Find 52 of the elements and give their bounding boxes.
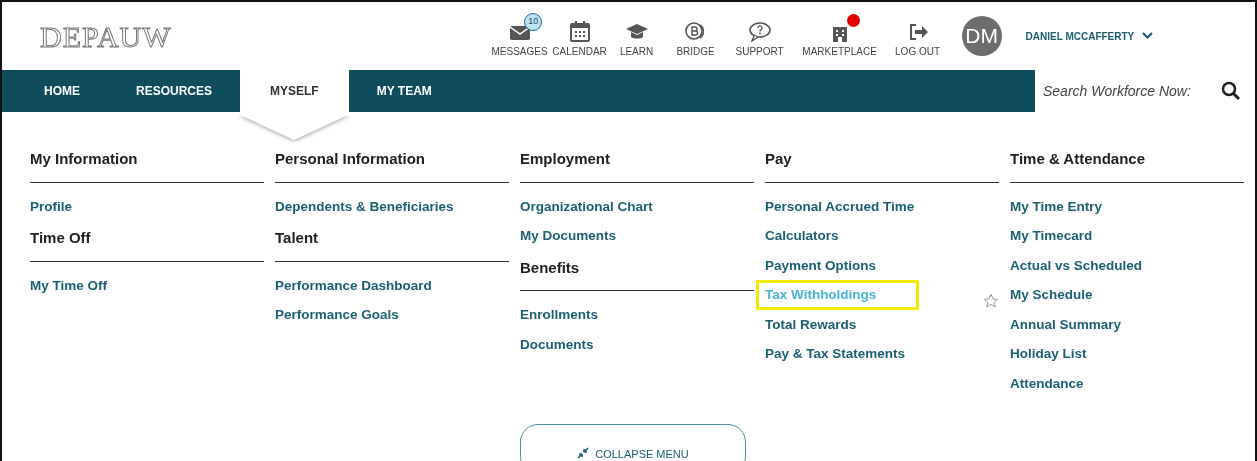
star-icon[interactable]	[983, 292, 999, 309]
menu-link[interactable]: Profile	[28, 197, 74, 216]
support-button[interactable]: SUPPORT	[727, 13, 792, 59]
menu-link[interactable]: Performance Dashboard	[273, 276, 434, 295]
menu-link[interactable]: Actual vs Scheduled	[1008, 256, 1145, 275]
search-bar[interactable]: Search Workforce Now:	[1035, 70, 1255, 112]
section-heading: Time Off	[30, 227, 264, 262]
chevron-down-icon	[1142, 32, 1154, 40]
logout-button[interactable]: LOG OUT	[887, 13, 948, 59]
section-heading: Time & Attendance	[1010, 148, 1244, 183]
nav-tab[interactable]: RESOURCES	[108, 70, 240, 112]
menu-link[interactable]: My Timecard	[1008, 227, 1095, 245]
menu-link[interactable]: Total Rewards	[763, 315, 859, 334]
logo: DEPAUW	[40, 18, 172, 55]
search-icon[interactable]	[1221, 81, 1241, 101]
menu-link[interactable]: Pay & Tax Statements	[763, 345, 908, 363]
menu-link[interactable]: Holiday List	[1008, 345, 1089, 363]
menu-link[interactable]: My Time Entry	[1008, 197, 1105, 216]
menu-link[interactable]: My Documents	[518, 227, 619, 245]
nav-tab[interactable]: MYSELF	[240, 70, 349, 112]
collapse-icon	[577, 447, 590, 460]
menu-link[interactable]: My Time Off	[28, 276, 109, 295]
menu-link[interactable]: Payment Options	[763, 256, 879, 275]
menu-link[interactable]: Dependents & Beneficiaries	[273, 197, 456, 216]
nav-tab[interactable]: MY TEAM	[348, 70, 460, 112]
avatar[interactable]: DM	[961, 16, 1002, 56]
marketplace-button[interactable]: MARKETPLACE	[791, 13, 888, 59]
learn-button[interactable]: LEARN	[609, 13, 664, 59]
bridge-button[interactable]: BRIDGE	[663, 13, 728, 59]
collapse-menu-button[interactable]: COLLAPSE MENU	[520, 424, 746, 461]
section-heading: Pay	[765, 148, 999, 183]
speech-bubble-icon	[747, 20, 772, 42]
menu-link[interactable]: Enrollments	[518, 306, 600, 324]
menu-link[interactable]: Attendance	[1008, 374, 1086, 393]
menu-link[interactable]: Performance Goals	[273, 306, 401, 324]
menu-link[interactable]: Documents	[518, 335, 596, 354]
calendar-icon	[567, 20, 592, 42]
count-badge: 10	[524, 13, 543, 31]
menu-link[interactable]: Annual Summary	[1008, 315, 1124, 334]
nav-tab[interactable]: HOME	[16, 70, 108, 112]
user-menu[interactable]: DANIEL MCCAFFERTY	[1019, 27, 1160, 45]
section-heading: Talent	[275, 227, 509, 262]
menu-link[interactable]: My Schedule	[1008, 286, 1095, 304]
calendar-button[interactable]: CALENDAR	[549, 13, 610, 59]
messages-button[interactable]: MESSAGES 10	[489, 13, 550, 59]
section-heading: Employment	[520, 148, 754, 183]
menu-link[interactable]: Personal Accrued Time	[763, 197, 917, 216]
section-heading: Benefits	[520, 256, 754, 291]
section-heading: My Information	[30, 148, 264, 183]
menu-link[interactable]: Organizational Chart	[518, 197, 655, 216]
menu-link[interactable]: Calculators	[763, 227, 841, 245]
section-heading: Personal Information	[275, 148, 509, 183]
